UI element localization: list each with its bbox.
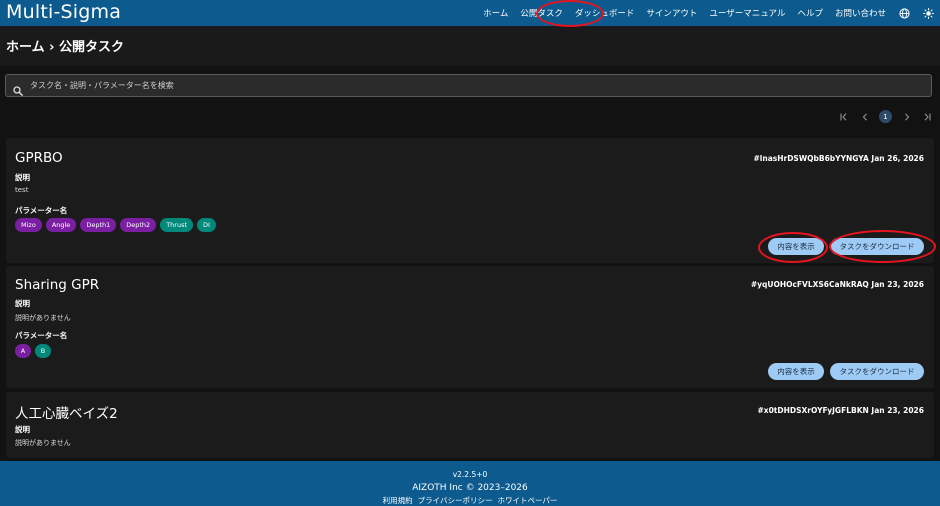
task-card: GPRBO #lnasHrDSWQbB6bYYNGYA Jan 26, 2026… xyxy=(6,138,934,263)
param-chip: A xyxy=(15,344,31,358)
search-box xyxy=(5,74,932,97)
description-label: 説明 xyxy=(15,425,30,434)
param-chip: DI xyxy=(197,218,216,232)
nav-user-manual[interactable]: ユーザーマニュアル xyxy=(709,7,785,19)
pagination: 1 xyxy=(839,110,932,123)
nav-contact[interactable]: お問い合わせ xyxy=(835,7,886,19)
task-card: 人工心臓ベイズ2 #x0tDHDSXrOYFyJGFLBKN Jan 23, 2… xyxy=(6,392,934,458)
task-description: 説明がありません xyxy=(15,314,71,322)
page-number-current[interactable]: 1 xyxy=(879,110,892,123)
param-chip: Thrust xyxy=(160,218,194,232)
footer-link-terms[interactable]: 利用規約 xyxy=(383,495,413,506)
task-id-date: #lnasHrDSWQbB6bYYNGYA Jan 26, 2026 xyxy=(753,154,924,163)
param-chip-list: A B xyxy=(15,344,51,358)
search-icon xyxy=(13,81,23,96)
param-chip: Mizo xyxy=(15,218,42,232)
task-card: Sharing GPR #yqUOHOcFVLXS6CaNkRAQ Jan 23… xyxy=(6,266,934,388)
page-header: ホーム › 公開タスク xyxy=(0,26,940,66)
copyright: AIZOTH Inc © 2023–2026 xyxy=(412,483,528,493)
sun-icon[interactable] xyxy=(922,7,934,19)
view-content-button[interactable]: 内容を表示 xyxy=(768,363,824,380)
nav-dashboard[interactable]: ダッシュボード xyxy=(575,7,635,19)
params-label: パラメーター名 xyxy=(15,331,68,340)
param-chip-list: Mizo Angle Depth1 Depth2 Thrust DI xyxy=(15,218,216,232)
description-label: 説明 xyxy=(15,299,30,308)
main-nav: ホーム 公開タスク ダッシュボード サインアウト ユーザーマニュアル ヘルプ お… xyxy=(483,0,934,26)
param-chip: Angle xyxy=(45,218,77,232)
search-input[interactable] xyxy=(30,81,910,90)
params-label: パラメーター名 xyxy=(15,206,68,215)
param-chip: B xyxy=(35,344,51,358)
breadcrumb: ホーム › 公開タスク xyxy=(6,40,125,55)
param-chip: Depth1 xyxy=(80,218,117,232)
task-title[interactable]: Sharing GPR xyxy=(15,277,99,293)
footer-link-whitepaper[interactable]: ホワイトペーパー xyxy=(497,495,557,506)
download-task-button[interactable]: タスクをダウンロード xyxy=(830,363,924,380)
prev-page-icon[interactable] xyxy=(859,111,870,122)
view-content-button[interactable]: 内容を表示 xyxy=(768,238,824,255)
nav-sign-out[interactable]: サインアウト xyxy=(646,7,697,19)
nav-public-tasks[interactable]: 公開タスク xyxy=(520,7,563,19)
next-page-icon[interactable] xyxy=(901,111,912,122)
footer-link-privacy[interactable]: プライバシーポリシー xyxy=(418,495,493,506)
top-navbar: Multi-Sigma ホーム 公開タスク ダッシュボード サインアウト ユーザ… xyxy=(0,0,940,26)
task-description: test xyxy=(15,186,29,194)
task-title[interactable]: 人工心臓ベイズ2 xyxy=(15,402,118,422)
footer: v2.2.5+0 AIZOTH Inc © 2023–2026 利用規約 プライ… xyxy=(0,461,940,506)
task-title[interactable]: GPRBO xyxy=(15,150,63,166)
nav-home[interactable]: ホーム xyxy=(483,7,508,19)
task-id-date: #yqUOHOcFVLXS6CaNkRAQ Jan 23, 2026 xyxy=(750,280,924,289)
last-page-icon[interactable] xyxy=(921,111,932,122)
first-page-icon[interactable] xyxy=(839,111,850,122)
param-chip: Depth2 xyxy=(120,218,157,232)
task-id-date: #x0tDHDSXrOYFyJGFLBKN Jan 23, 2026 xyxy=(757,406,924,415)
download-task-button[interactable]: タスクをダウンロード xyxy=(830,238,924,255)
app-logo[interactable]: Multi-Sigma xyxy=(6,1,121,23)
footer-links: 利用規約 プライバシーポリシー ホワイトペーパー xyxy=(0,495,940,506)
nav-help[interactable]: ヘルプ xyxy=(797,7,823,19)
description-label: 説明 xyxy=(15,173,30,182)
app-version: v2.2.5+0 xyxy=(452,470,488,479)
task-description: 説明がありません xyxy=(15,439,71,447)
globe-icon[interactable] xyxy=(898,7,910,19)
